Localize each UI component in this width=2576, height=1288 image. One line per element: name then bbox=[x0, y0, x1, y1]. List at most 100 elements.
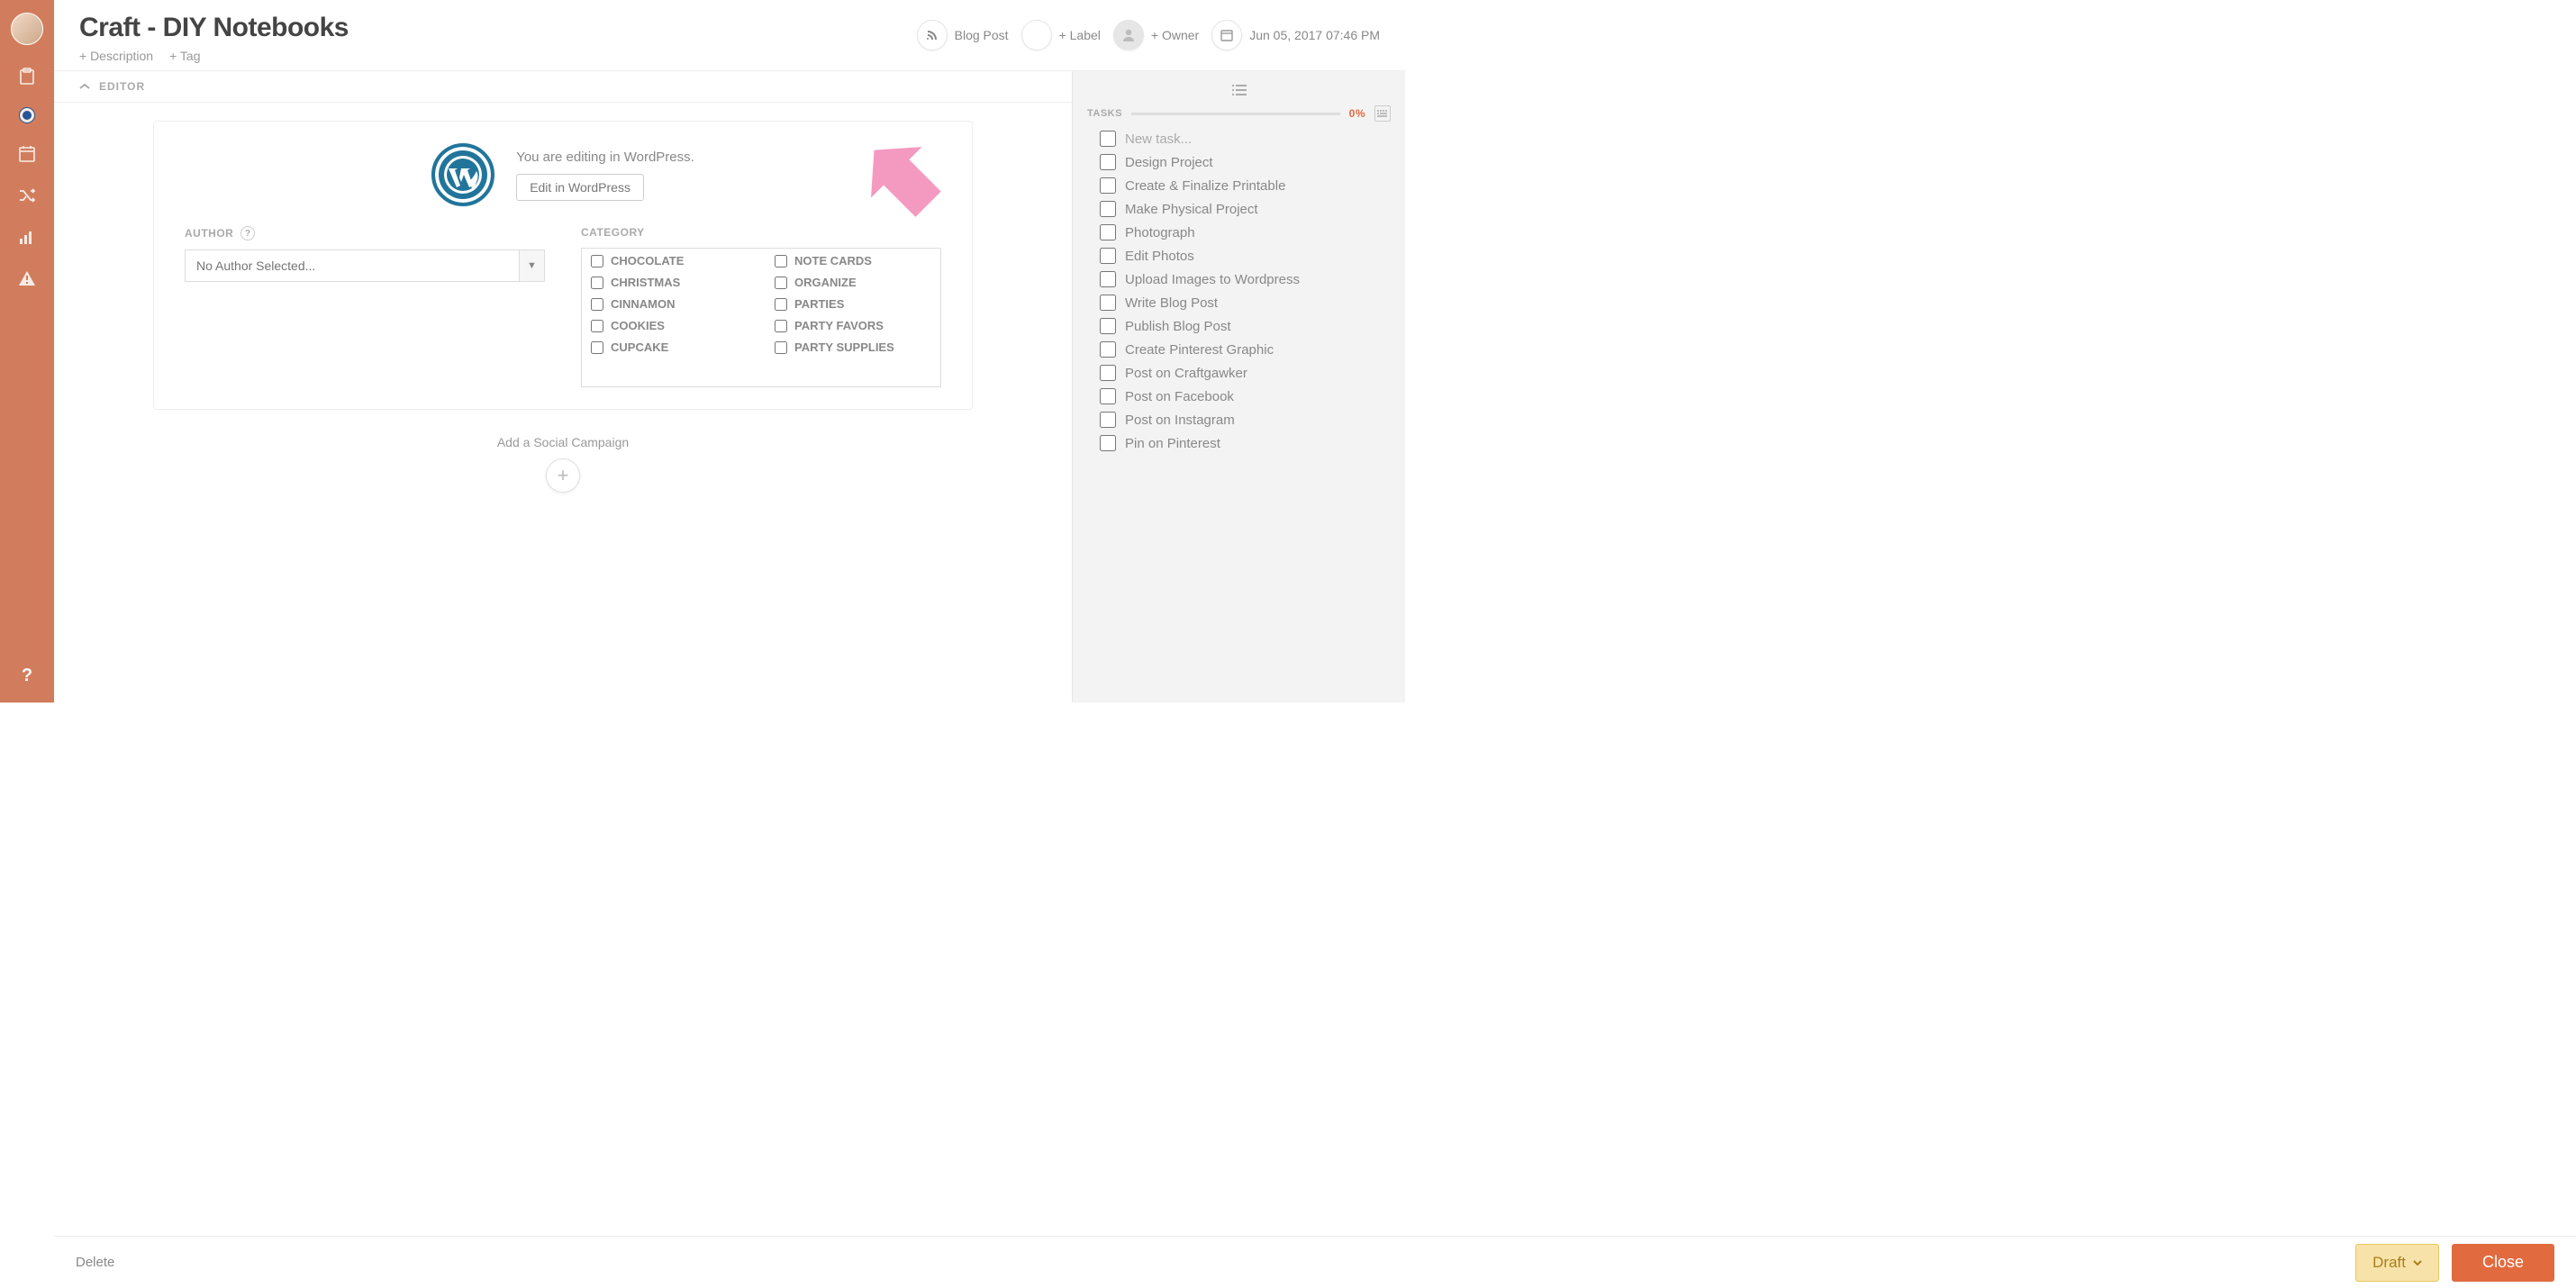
category-checkbox[interactable] bbox=[591, 298, 603, 311]
task-checkbox[interactable] bbox=[1100, 248, 1116, 264]
category-item[interactable]: CHRISTMAS bbox=[591, 276, 748, 289]
add-social-campaign-label: Add a Social Campaign bbox=[54, 435, 1072, 449]
add-description-link[interactable]: + Description bbox=[79, 49, 153, 63]
author-input[interactable] bbox=[186, 250, 519, 281]
datetime-chip[interactable]: Jun 05, 2017 07:46 PM bbox=[1211, 20, 1380, 50]
clipboard-icon[interactable] bbox=[17, 67, 37, 86]
category-checkbox[interactable] bbox=[591, 320, 603, 332]
add-label-text: + Label bbox=[1059, 28, 1101, 42]
task-checkbox[interactable] bbox=[1100, 435, 1116, 451]
chevron-down-icon bbox=[2413, 1260, 2422, 1265]
task-item[interactable]: Post on Instagram bbox=[1100, 412, 1391, 428]
analytics-icon[interactable] bbox=[17, 227, 37, 247]
category-checkbox[interactable] bbox=[775, 341, 787, 354]
task-checkbox[interactable] bbox=[1100, 412, 1116, 428]
new-task-input[interactable]: New task... bbox=[1100, 131, 1391, 147]
task-item[interactable]: Edit Photos bbox=[1100, 248, 1391, 264]
wordpress-icon bbox=[431, 143, 494, 206]
task-item[interactable]: Photograph bbox=[1100, 224, 1391, 240]
category-checkbox[interactable] bbox=[775, 320, 787, 332]
task-item[interactable]: Create Pinterest Graphic bbox=[1100, 341, 1391, 358]
category-item[interactable]: NOTE CARDS bbox=[775, 254, 931, 268]
task-item[interactable]: Create & Finalize Printable bbox=[1100, 177, 1391, 194]
editor-card: You are editing in WordPress. Edit in Wo… bbox=[153, 121, 973, 410]
calendar-small-icon bbox=[1211, 20, 1242, 50]
task-checkbox[interactable] bbox=[1100, 365, 1116, 381]
add-owner-text: + Owner bbox=[1151, 28, 1199, 42]
tasks-panel: TASKS 0% New task... Design Project Creat… bbox=[1072, 71, 1405, 703]
category-checkbox[interactable] bbox=[591, 341, 603, 354]
add-tag-link[interactable]: + Tag bbox=[169, 49, 200, 63]
add-social-button[interactable]: + bbox=[546, 458, 580, 493]
category-item[interactable]: CINNAMON bbox=[591, 297, 748, 311]
rss-icon bbox=[917, 20, 948, 50]
task-checkbox[interactable] bbox=[1100, 295, 1116, 311]
pink-arrow-annotation bbox=[860, 132, 977, 231]
task-checkbox[interactable] bbox=[1100, 154, 1116, 170]
task-checkbox[interactable] bbox=[1100, 388, 1116, 404]
task-checkbox[interactable] bbox=[1100, 341, 1116, 358]
task-item[interactable]: Upload Images to Wordpress bbox=[1100, 271, 1391, 287]
delete-link[interactable]: Delete bbox=[76, 1255, 114, 1270]
category-checkbox[interactable] bbox=[775, 277, 787, 289]
circle-active-icon[interactable] bbox=[20, 108, 34, 122]
task-checkbox[interactable] bbox=[1100, 201, 1116, 217]
list-view-icon[interactable] bbox=[1231, 84, 1247, 96]
task-checkbox[interactable] bbox=[1100, 318, 1116, 334]
page-title[interactable]: Craft - DIY Notebooks bbox=[79, 13, 917, 43]
task-item[interactable]: Post on Craftgawker bbox=[1100, 365, 1391, 381]
task-checkbox[interactable] bbox=[1100, 271, 1116, 287]
category-item[interactable]: CHOCOLATE bbox=[591, 254, 748, 268]
shuffle-icon[interactable] bbox=[17, 186, 37, 205]
task-item[interactable]: Publish Blog Post bbox=[1100, 318, 1391, 334]
draft-button[interactable]: Draft bbox=[2355, 1244, 2439, 1282]
wp-editing-message: You are editing in WordPress. bbox=[516, 150, 694, 165]
task-item[interactable]: Write Blog Post bbox=[1100, 295, 1391, 311]
author-label: AUTHOR bbox=[185, 227, 233, 240]
editor-label: EDITOR bbox=[99, 80, 145, 93]
post-type-label: Blog Post bbox=[955, 28, 1009, 42]
alert-icon[interactable] bbox=[17, 268, 37, 288]
category-checkbox[interactable] bbox=[775, 298, 787, 311]
task-item[interactable]: Pin on Pinterest bbox=[1100, 435, 1391, 451]
editor-section-header[interactable]: EDITOR bbox=[54, 71, 1072, 103]
author-select[interactable]: ▼ bbox=[185, 249, 545, 282]
category-box[interactable]: CHOCOLATE CHRISTMAS CINNAMON COOKIES CUPCAKE… bbox=[581, 248, 941, 387]
new-task-checkbox[interactable] bbox=[1100, 131, 1116, 147]
keyboard-icon[interactable] bbox=[1374, 105, 1391, 122]
post-type-chip[interactable]: Blog Post bbox=[917, 20, 1009, 50]
author-dropdown-toggle[interactable]: ▼ bbox=[519, 250, 544, 281]
tasks-heading: TASKS bbox=[1087, 108, 1122, 119]
close-button[interactable]: Close bbox=[2452, 1244, 2554, 1282]
label-chip[interactable]: + Label bbox=[1021, 20, 1101, 50]
task-item[interactable]: Design Project bbox=[1100, 154, 1391, 170]
category-item[interactable]: ORGANIZE bbox=[775, 276, 931, 289]
datetime-text: Jun 05, 2017 07:46 PM bbox=[1249, 28, 1380, 42]
task-item[interactable]: Make Physical Project bbox=[1100, 201, 1391, 217]
user-avatar[interactable] bbox=[11, 13, 43, 45]
category-item[interactable]: COOKIES bbox=[591, 319, 748, 332]
topbar: Craft - DIY Notebooks + Description + Ta… bbox=[54, 0, 1405, 71]
footer-bar: Delete Draft Close bbox=[54, 1236, 2576, 1288]
edit-in-wordpress-button[interactable]: Edit in WordPress bbox=[516, 174, 644, 201]
chevron-up-icon bbox=[79, 83, 90, 90]
task-checkbox[interactable] bbox=[1100, 224, 1116, 240]
category-item[interactable]: PARTY FAVORS bbox=[775, 319, 931, 332]
owner-chip[interactable]: + Owner bbox=[1113, 20, 1199, 50]
tasks-percent: 0% bbox=[1349, 107, 1365, 120]
tasks-progress-bar bbox=[1131, 113, 1340, 115]
category-item[interactable]: CUPCAKE bbox=[591, 340, 748, 354]
category-checkbox[interactable] bbox=[591, 277, 603, 289]
category-item[interactable]: PARTIES bbox=[775, 297, 931, 311]
task-checkbox[interactable] bbox=[1100, 177, 1116, 194]
person-icon bbox=[1113, 20, 1144, 50]
category-item[interactable]: PARTY SUPPLIES bbox=[775, 340, 931, 354]
category-checkbox[interactable] bbox=[591, 255, 603, 268]
help-icon[interactable]: ? bbox=[22, 666, 32, 686]
calendar-icon[interactable] bbox=[17, 144, 37, 164]
label-circle-icon bbox=[1021, 20, 1052, 50]
category-checkbox[interactable] bbox=[775, 255, 787, 268]
category-label: CATEGORY bbox=[581, 226, 645, 239]
task-item[interactable]: Post on Facebook bbox=[1100, 388, 1391, 404]
author-help-icon[interactable]: ? bbox=[240, 226, 255, 240]
